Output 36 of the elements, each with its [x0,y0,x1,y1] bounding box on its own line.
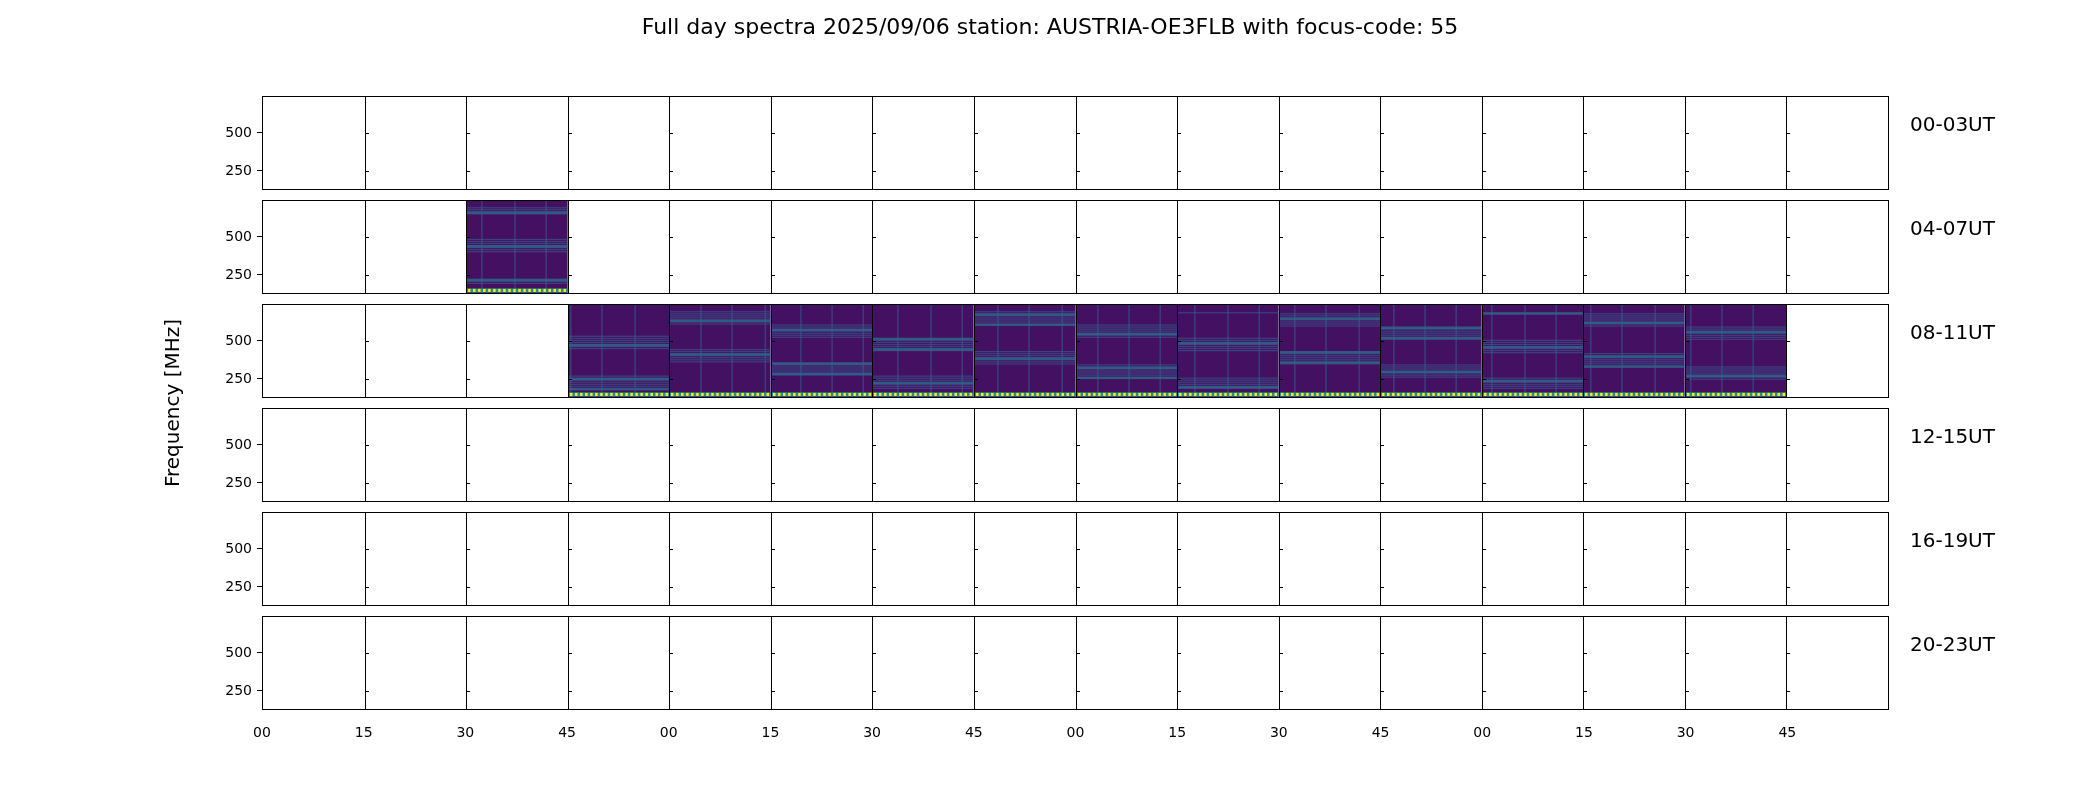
row-label: 00-03UT [1910,112,1995,136]
tick-label: 30 [456,723,475,741]
tick-label: 00 [253,723,271,741]
tick-label: 30 [863,723,882,741]
tick-label: 250 [225,474,252,490]
tick-label: 00 [659,723,678,741]
tick-label: 15 [1168,723,1187,741]
tick-label: 15 [1575,723,1593,741]
tick-label: 500 [225,644,252,660]
tick-label: 30 [1269,723,1288,741]
tick-label: 45 [964,723,983,741]
tick-label: 45 [558,723,576,741]
tick-label: 500 [225,540,252,556]
axis-label: Frequency [MHz] [160,318,184,488]
row-label: 04-07UT [1910,216,1995,240]
row-label: 12-15UT [1910,424,1995,448]
tick-label: 15 [761,723,780,741]
tick-label: 250 [225,162,252,178]
tick-label: 250 [225,370,252,386]
figure-title: Full day spectra 2025/09/06 station: AUSTRIA-OE3FLB with focus-code: 55 [641,13,1459,41]
tick-label: 30 [1676,723,1695,741]
tick-label: 500 [225,436,252,452]
row-label: 08-11UT [1910,320,1995,344]
tick-label: 500 [225,332,252,348]
tick-label: 250 [225,578,252,594]
tick-label: 00 [1066,723,1085,741]
tick-label: 00 [1473,723,1492,741]
tick-label: 45 [1371,723,1390,741]
tick-label: 250 [225,682,252,698]
tick-label: 15 [354,723,373,741]
row-label: 20-23UT [1910,632,1995,656]
tick-label: 500 [225,228,252,244]
row-label: 16-19UT [1910,528,1995,552]
tick-label: 250 [225,266,252,282]
tick-label: 500 [225,124,252,140]
tick-label: 45 [1778,723,1797,741]
